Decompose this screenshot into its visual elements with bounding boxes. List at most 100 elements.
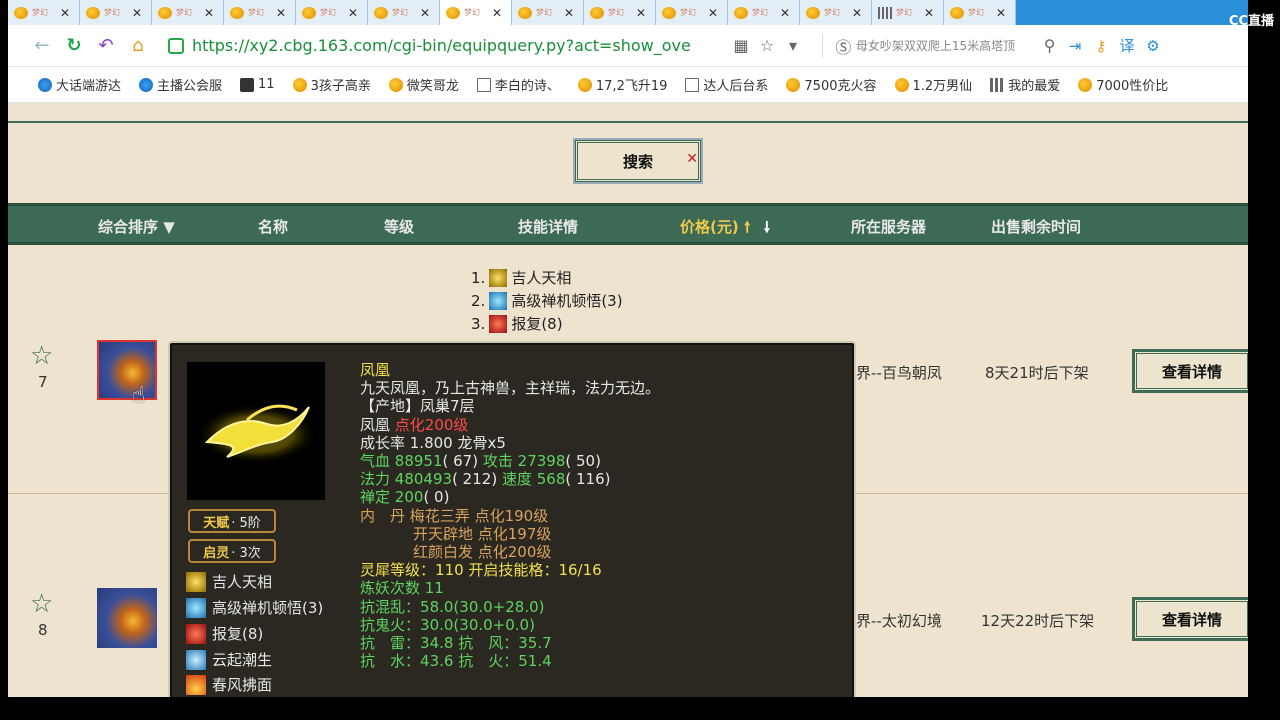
browser-tab[interactable]: 梦幻 ✕	[296, 0, 368, 25]
search-icon[interactable]: ⚲	[1037, 36, 1062, 55]
browser-tab[interactable]: 梦幻 ✕	[800, 0, 872, 25]
url-text[interactable]: https://xy2.cbg.163.com/cgi-bin/equipque…	[192, 36, 692, 55]
stat-value: 480493	[394, 470, 453, 489]
tooltip-skill: 春风拂面	[186, 674, 272, 695]
bookmark-item[interactable]: 我的最爱	[990, 75, 1060, 94]
resist-ghost: 抗鬼火：30.0(30.0+0.0)	[360, 615, 535, 634]
browser-tab[interactable]: 梦幻 ✕	[728, 0, 800, 25]
bookmark-item[interactable]: 7500克火容	[786, 75, 877, 94]
close-icon[interactable]: ✕	[276, 6, 286, 20]
login-icon[interactable]: ⇥	[1062, 37, 1088, 55]
column-price[interactable]: 价格(元) 🠕 🠗	[680, 216, 770, 242]
tab-label: 梦幻	[968, 8, 984, 17]
favorite-star-icon[interactable]: ☆	[30, 591, 56, 617]
close-icon[interactable]: ✕	[780, 6, 790, 20]
translate-icon[interactable]: 译	[1114, 35, 1140, 56]
key-icon[interactable]: ⚷	[1088, 37, 1114, 55]
close-icon[interactable]: ✕	[636, 6, 646, 20]
close-icon[interactable]: ✕	[420, 6, 430, 20]
pet-origin: 【产地】凤巢7层	[360, 397, 475, 416]
favorite-star-icon[interactable]: ☆	[30, 343, 56, 369]
arrow-down-icon[interactable]: 🠗	[764, 218, 770, 236]
awaken-value: · 3次	[231, 545, 261, 561]
bookmark-item[interactable]: 17,2飞升19	[577, 75, 668, 94]
search-button[interactable]: 搜索 ✕	[573, 138, 703, 184]
column-name: 名称	[258, 218, 289, 236]
pet-avatar[interactable]	[97, 588, 157, 648]
resist-label: 抗 水	[360, 652, 406, 671]
bookmark-item[interactable]: 微笑哥龙	[388, 75, 459, 94]
arrow-up-icon[interactable]: 🠕	[744, 218, 750, 236]
bookmark-item[interactable]: 11	[240, 77, 275, 92]
view-detail-button[interactable]: 查看详情	[1132, 349, 1248, 393]
qr-code-icon[interactable]: ▦	[728, 36, 754, 55]
close-icon[interactable]: ✕	[996, 6, 1006, 20]
bookmark-star-icon[interactable]: ☆	[754, 36, 780, 55]
close-icon[interactable]: ✕	[60, 6, 70, 20]
close-icon[interactable]: ✕	[348, 6, 358, 20]
refresh-icon[interactable]: ↻	[58, 35, 90, 56]
bookmark-item[interactable]: 1.2万男仙	[894, 75, 972, 94]
tab-label: 梦幻	[536, 8, 552, 17]
search-box[interactable]: Ⓢ 母女吵架双双爬上15米高塔顶 ⚲	[822, 33, 1062, 58]
browser-tab[interactable]: 梦幻 ✕	[224, 0, 296, 25]
sort-dropdown[interactable]: 综合排序 ▼	[98, 216, 175, 237]
cbg-icon	[806, 6, 820, 19]
close-icon[interactable]: ✕	[708, 6, 718, 20]
cbg-icon	[590, 6, 604, 19]
browser-tab[interactable]: 梦幻 ✕	[872, 0, 944, 25]
bookmark-item[interactable]: 主播公会服	[139, 75, 222, 94]
spirit-label: 灵犀等级	[360, 561, 421, 580]
skill-icon	[489, 268, 508, 287]
stat-label: 法力	[360, 470, 391, 489]
close-icon[interactable]: ✕	[924, 6, 934, 20]
bookmark-item[interactable]: 达人后台系	[685, 75, 768, 94]
close-icon[interactable]: ✕	[492, 6, 502, 20]
bookmark-item[interactable]: 7000性价比	[1078, 75, 1168, 94]
stat-extra: ( 116)	[565, 470, 611, 489]
back-arrow-icon[interactable]: ←	[26, 35, 58, 56]
browser-tab[interactable]: 梦幻 ✕	[152, 0, 224, 25]
close-icon[interactable]: ✕	[852, 6, 862, 20]
browser-tab[interactable]: 梦幻 ✕	[80, 0, 152, 25]
neidan-label: 内 丹	[360, 506, 406, 525]
browser-tab-active[interactable]: 梦幻 ✕	[440, 0, 512, 25]
browser-tab[interactable]: 梦幻 ✕	[656, 0, 728, 25]
skill-name: 高级禅机顿悟(3)	[511, 292, 623, 310]
cbg-icon	[230, 6, 244, 19]
close-icon[interactable]: ✕	[686, 151, 698, 167]
bookmark-item[interactable]: 李白的诗、	[476, 75, 560, 94]
address-bar[interactable]: https://xy2.cbg.163.com/cgi-bin/equipque…	[168, 32, 728, 60]
browser-tab[interactable]: 梦幻 ✕	[8, 0, 80, 25]
tab-label: 梦幻	[320, 8, 336, 17]
tooltip-skill: 云起潮生	[186, 649, 272, 670]
bookmark-label: 17,2飞升19	[595, 79, 668, 94]
skill-item: 2. 高级禅机顿悟(3)	[471, 289, 623, 312]
close-icon[interactable]: ✕	[204, 6, 214, 20]
pet-avatar[interactable]	[97, 340, 157, 400]
home-icon[interactable]: ⌂	[122, 35, 154, 56]
pet-name: 凤凰	[360, 415, 391, 434]
close-icon[interactable]: ✕	[132, 6, 142, 20]
talent-label: 天赋	[203, 515, 230, 531]
skill-index: 2.	[471, 291, 486, 310]
stat-label: 速度	[501, 470, 532, 489]
close-icon[interactable]: ✕	[564, 6, 574, 20]
extension-icon[interactable]: ⚙	[1140, 37, 1166, 55]
view-detail-button[interactable]: 查看详情	[1132, 597, 1248, 641]
cbg-icon	[786, 77, 801, 92]
stat-label: 禅定	[360, 488, 391, 507]
bookmark-label: 我的最爱	[1008, 79, 1061, 94]
undo-icon[interactable]: ↶	[90, 35, 122, 56]
browser-tab[interactable]: 梦幻 ✕	[512, 0, 584, 25]
search-suggestion[interactable]: 母女吵架双双爬上15米高塔顶	[856, 37, 1037, 54]
resist-label: 抗鬼火	[360, 615, 406, 634]
remaining-time: 8天21时后下架	[985, 364, 1089, 382]
bookmark-item[interactable]: 3孩子高亲	[292, 75, 371, 94]
chevron-down-icon[interactable]: ▾	[780, 36, 806, 55]
bookmark-item[interactable]: 大话端游达	[38, 75, 121, 94]
browser-tab[interactable]: 梦幻 ✕	[944, 0, 1016, 25]
browser-tab[interactable]: 梦幻 ✕	[368, 0, 440, 25]
bookmark-icon	[38, 77, 52, 92]
browser-tab[interactable]: 梦幻 ✕	[584, 0, 656, 25]
